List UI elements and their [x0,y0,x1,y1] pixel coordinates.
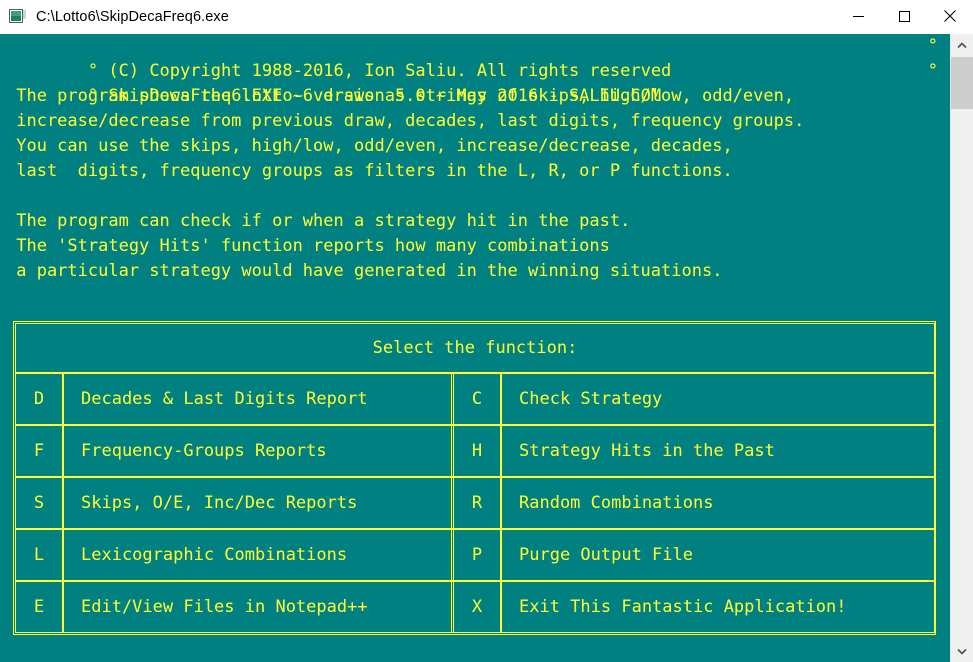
vertical-scrollbar[interactable] [950,34,973,662]
menu-item-frequency-groups[interactable]: F Frequency-Groups Reports [16,426,454,476]
function-menu-box: Select the function: D Decades & Last Di… [13,321,936,635]
menu-key: X [454,582,502,632]
menu-item-purge-output[interactable]: P Purge Output File [454,530,934,580]
menu-grid: D Decades & Last Digits Report C Check S… [16,374,934,632]
strategy-info-line: The 'Strategy Hits' function reports how… [6,236,610,256]
menu-label: Edit/View Files in Notepad++ [81,597,368,617]
menu-row: S Skips, O/E, Inc/Dec Reports R Random C… [16,478,934,530]
description-line: increase/decrease from previous draw, de… [6,111,805,131]
menu-label: Exit This Fantastic Application! [519,597,847,617]
menu-heading: Select the function: [16,324,934,374]
menu-label: Decades & Last Digits Report [81,389,368,409]
description-line: last digits, frequency groups as filters… [6,161,733,181]
menu-item-exit[interactable]: X Exit This Fantastic Application! [454,582,934,632]
application-window: C:\Lotto6\SkipDecaFreq6.exe ° (C) Copyri… [0,0,973,662]
menu-item-lexicographic[interactable]: L Lexicographic Combinations [16,530,454,580]
menu-item-decades[interactable]: D Decades & Last Digits Report [16,374,454,424]
menu-row: L Lexicographic Combinations P Purge Out… [16,530,934,582]
title-bar: C:\Lotto6\SkipDecaFreq6.exe [0,0,973,36]
copyright-bullet-right: ° [927,36,938,56]
menu-key: H [454,426,502,476]
menu-label: Purge Output File [519,545,693,565]
menu-item-random-combinations[interactable]: R Random Combinations [454,478,934,528]
strategy-info-line: The program can check if or when a strat… [6,211,631,231]
strategy-info-line: a particular strategy would have generat… [6,261,723,281]
menu-label: Lexicographic Combinations [81,545,348,565]
menu-key: D [16,374,64,424]
scroll-up-arrow-icon[interactable] [951,34,973,56]
menu-key: R [454,478,502,528]
menu-key: E [16,582,64,632]
menu-row: D Decades & Last Digits Report C Check S… [16,374,934,426]
menu-item-skips-reports[interactable]: S Skips, O/E, Inc/Dec Reports [16,478,454,528]
console-window-icon [9,9,27,25]
version-bullet-left: ° [87,86,99,106]
version-text: SkipDecaFreq6.EXE ~ version 5.0 ~ May 20… [98,86,662,106]
console-client-area: ° (C) Copyright 1988-2016, Ion Saliu. Al… [0,34,973,662]
close-button[interactable] [927,0,973,32]
version-line: ° SkipDecaFreq6.EXE ~ version 5.0 ~ May … [0,59,950,106]
menu-label: Strategy Hits in the Past [519,441,775,461]
version-bullet-right: ° [927,61,938,81]
window-title: C:\Lotto6\SkipDecaFreq6.exe [36,8,229,25]
menu-label: Frequency-Groups Reports [81,441,327,461]
menu-label: Skips, O/E, Inc/Dec Reports [81,493,358,513]
menu-key: P [454,530,502,580]
menu-row: E Edit/View Files in Notepad++ X Exit Th… [16,582,934,632]
menu-label: Random Combinations [519,493,714,513]
menu-item-strategy-hits[interactable]: H Strategy Hits in the Past [454,426,934,476]
minimize-button[interactable] [835,0,881,32]
maximize-button[interactable] [881,0,927,32]
scrollbar-thumb[interactable] [951,57,973,109]
menu-key: L [16,530,64,580]
menu-key: C [454,374,502,424]
menu-item-check-strategy[interactable]: C Check Strategy [454,374,934,424]
description-line: You can use the skips, high/low, odd/eve… [6,136,733,156]
scroll-down-arrow-icon[interactable] [951,640,973,662]
menu-row: F Frequency-Groups Reports H Strategy Hi… [16,426,934,478]
menu-key: S [16,478,64,528]
menu-label: Check Strategy [519,389,663,409]
menu-item-edit-view-files[interactable]: E Edit/View Files in Notepad++ [16,582,454,632]
menu-key: F [16,426,64,476]
copyright-line: ° (C) Copyright 1988-2016, Ion Saliu. Al… [0,34,950,81]
window-controls [835,0,973,34]
